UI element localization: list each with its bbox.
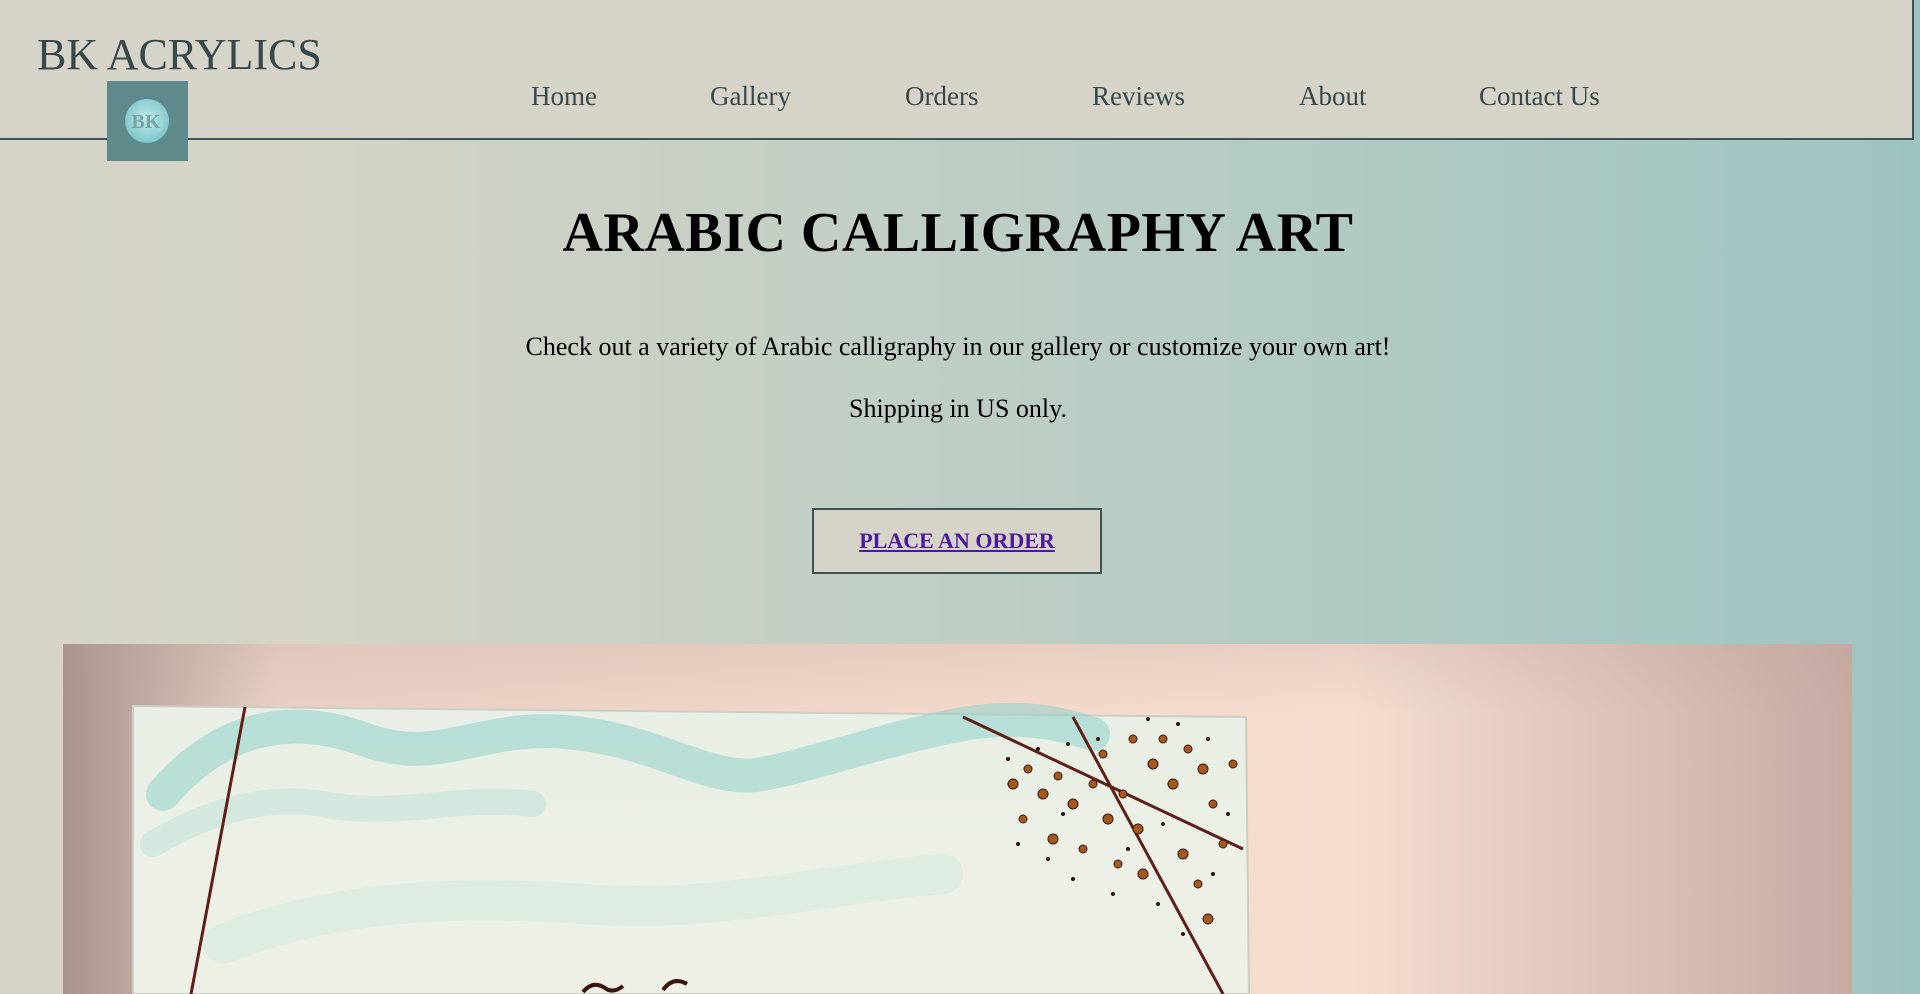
calligraphy-painting-image — [63, 644, 1852, 994]
nav-orders[interactable]: Orders — [905, 78, 978, 114]
nav-contact-us[interactable]: Contact Us — [1479, 78, 1600, 114]
site-header: BK ACRYLICS Home Gallery Orders Reviews … — [0, 0, 1914, 140]
nav-reviews[interactable]: Reviews — [1092, 78, 1185, 114]
logo[interactable]: BK — [107, 81, 188, 161]
brand-title[interactable]: BK ACRYLICS — [37, 28, 322, 82]
nav-gallery[interactable]: Gallery — [710, 78, 791, 114]
artwork-photo — [63, 644, 1852, 994]
place-order-label: PLACE AN ORDER — [859, 528, 1055, 553]
nav-about[interactable]: About — [1299, 78, 1367, 114]
logo-text: BK — [132, 111, 161, 133]
nav-home[interactable]: Home — [531, 78, 597, 114]
logo-mark-icon: BK — [125, 99, 169, 143]
place-order-button[interactable]: PLACE AN ORDER — [812, 508, 1102, 574]
page-title: ARABIC CALLIGRAPHY ART — [562, 202, 1354, 264]
shipping-note: Shipping in US only. — [849, 394, 1067, 423]
hero-subtitle: Check out a variety of Arabic calligraph… — [525, 332, 1391, 361]
